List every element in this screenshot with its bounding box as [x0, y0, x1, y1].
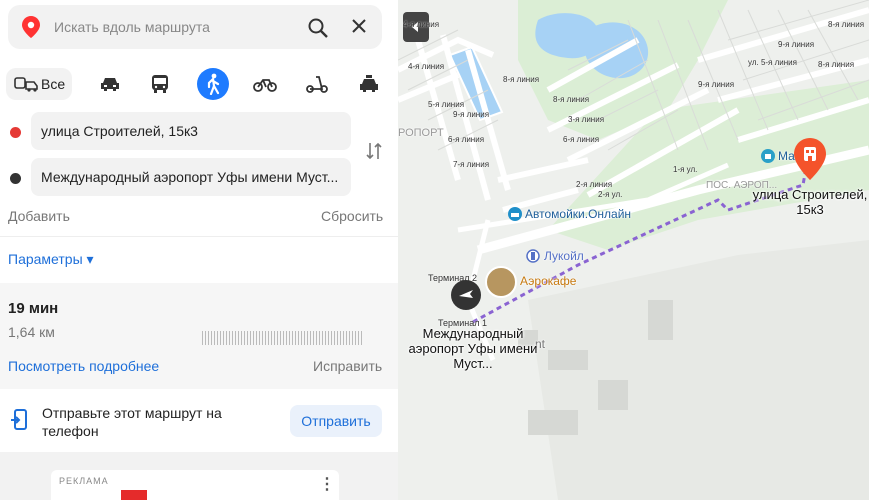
poi-lukoil[interactable]: Лукойл — [544, 249, 584, 263]
walk-icon — [207, 73, 220, 95]
street-label: 8-я линия — [503, 75, 540, 84]
street-label: 5-я линия — [428, 100, 465, 109]
area-label-left: РОПОРТ — [398, 127, 444, 139]
route-duration: 19 мин — [8, 300, 59, 317]
bus-icon — [152, 75, 168, 93]
more-options-icon[interactable]: ⋮ — [319, 474, 335, 494]
mode-walk[interactable] — [197, 68, 229, 100]
street-label: 8-я линия — [818, 60, 855, 69]
details-link[interactable]: Посмотреть подробнее — [8, 358, 159, 374]
street-label: 2-я линия — [576, 180, 613, 189]
street-label: 3-я линия — [568, 115, 605, 124]
mode-all-label: Все — [41, 76, 66, 92]
street-label: ул. 5-я линия — [748, 58, 797, 67]
multimodal-icon — [14, 77, 38, 92]
parameters-toggle[interactable]: Параметры ▾ — [8, 251, 94, 268]
bike-icon — [253, 79, 277, 92]
street-label: 2-я ул. — [598, 190, 623, 199]
car-icon — [101, 78, 119, 91]
street-label: 4-я линия — [408, 62, 445, 71]
search-bar[interactable]: Искать вдоль маршрута — [8, 5, 382, 49]
divider — [0, 236, 398, 237]
from-dot — [10, 127, 21, 138]
phone-send-icon — [11, 409, 27, 430]
mode-bus[interactable] — [144, 68, 176, 100]
to-dot — [10, 173, 21, 184]
elevation-bar — [202, 331, 364, 345]
fix-link[interactable]: Исправить — [313, 358, 382, 374]
close-icon[interactable] — [350, 17, 368, 35]
street-label: 1-я ул. — [673, 165, 698, 174]
add-point-link[interactable]: Добавить — [8, 208, 70, 224]
search-icon[interactable] — [308, 18, 328, 38]
cafe-photo[interactable] — [485, 266, 517, 298]
street-label: 6-я линия — [563, 135, 600, 144]
street-label: 9-я линия — [778, 40, 815, 49]
taxi-icon — [360, 75, 378, 92]
street-label: 8-я линия — [828, 20, 865, 29]
mode-all-button[interactable]: Все — [6, 68, 72, 100]
scooter-icon — [306, 76, 328, 93]
transport-modes: Все — [0, 63, 398, 103]
mode-scooter[interactable] — [301, 68, 333, 100]
mode-bike[interactable] — [249, 68, 281, 100]
swap-icon[interactable] — [365, 141, 383, 161]
destination-pin-icon[interactable] — [793, 138, 827, 180]
destination-label: улица Строителей, 15к3 — [752, 187, 868, 217]
carwash-icon[interactable] — [508, 207, 522, 221]
street-label: 9-я линия — [453, 110, 490, 119]
ad-card[interactable]: РЕКЛАМА ⋮ — [51, 470, 339, 500]
ad-logo — [121, 490, 147, 500]
mode-car[interactable] — [94, 68, 126, 100]
street-label: 7-я линия — [453, 160, 490, 169]
poi-carwash[interactable]: Автомойки.Онлайн — [525, 207, 631, 221]
airport-icon[interactable] — [450, 279, 482, 311]
ad-label: РЕКЛАМА — [59, 476, 109, 486]
street-label: 6-я линия — [448, 135, 485, 144]
fuel-icon[interactable] — [526, 249, 540, 263]
street-label: 9-я линия — [698, 80, 735, 89]
send-text: Отправьте этот маршрут на телефон — [42, 405, 222, 439]
reset-link[interactable]: Сбросить — [321, 208, 383, 224]
poi-cafe[interactable]: Аэрокафе — [520, 274, 576, 288]
route-panel: Искать вдоль маршрута Все улица Строител… — [0, 0, 398, 500]
street-label: 8-я линия — [553, 95, 590, 104]
mode-taxi[interactable] — [353, 68, 385, 100]
send-button[interactable]: Отправить — [290, 405, 382, 437]
from-field[interactable]: улица Строителей, 15к3 — [31, 112, 351, 150]
shop-icon[interactable] — [761, 149, 775, 163]
origin-label: Международный аэропорт Уфы имени Муст... — [408, 326, 538, 371]
location-pin-icon — [22, 16, 40, 38]
map-view[interactable]: 4-я линия 5-я линия 6-я линия 8-я линия … — [398, 0, 869, 500]
street-label: 4-я линия — [403, 20, 440, 29]
map-canvas[interactable] — [398, 0, 869, 500]
route-distance: 1,64 км — [8, 324, 55, 340]
search-input[interactable]: Искать вдоль маршрута — [54, 19, 210, 35]
to-field[interactable]: Международный аэропорт Уфы имени Муст... — [31, 158, 351, 196]
